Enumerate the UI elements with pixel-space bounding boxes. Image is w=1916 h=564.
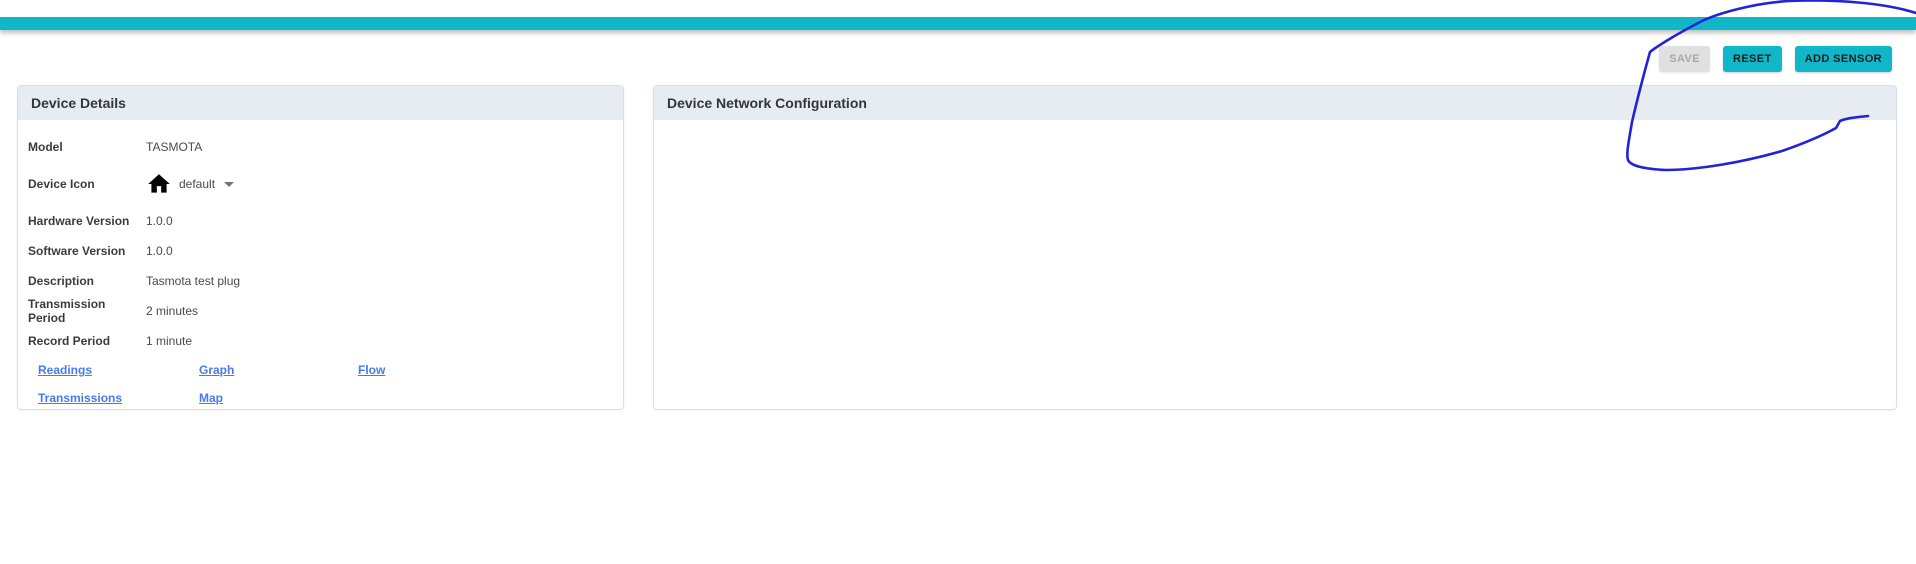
device-icon-select[interactable]: default — [146, 171, 234, 197]
top-accent-bar — [0, 17, 1916, 30]
field-hardware-version: Hardware Version 1.0.0 — [28, 206, 623, 236]
links-row-1: Readings Graph Flow — [28, 356, 623, 384]
field-value: 2 minutes — [146, 304, 198, 318]
field-label: Transmission Period — [28, 297, 146, 325]
field-label: Model — [28, 140, 146, 154]
field-label: Description — [28, 274, 146, 288]
field-label: Record Period — [28, 334, 146, 348]
home-icon — [146, 171, 172, 197]
add-sensor-button[interactable]: ADD SENSOR — [1795, 46, 1892, 72]
field-device-icon: Device Icon default — [28, 162, 623, 206]
graph-link[interactable]: Graph — [199, 363, 234, 377]
reset-button[interactable]: RESET — [1723, 46, 1782, 72]
device-icon-value: default — [179, 177, 215, 191]
toolbar: SAVE RESET ADD SENSOR — [1659, 46, 1892, 72]
field-label: Device Icon — [28, 177, 146, 191]
field-value: 1.0.0 — [146, 214, 173, 228]
field-label: Software Version — [28, 244, 146, 258]
device-network-configuration-title: Device Network Configuration — [654, 86, 1896, 120]
field-model: Model TASMOTA — [28, 132, 623, 162]
field-value: 1 minute — [146, 334, 192, 348]
field-value: 1.0.0 — [146, 244, 173, 258]
device-details-body: Model TASMOTA Device Icon default Hardwa… — [18, 120, 623, 412]
field-transmission-period: Transmission Period 2 minutes — [28, 296, 623, 326]
links-row-2: Transmissions Map — [28, 384, 623, 412]
save-button[interactable]: SAVE — [1659, 46, 1710, 72]
flow-link[interactable]: Flow — [358, 363, 385, 377]
transmissions-link[interactable]: Transmissions — [38, 391, 122, 405]
device-details-panel: Device Details Model TASMOTA Device Icon… — [17, 85, 624, 410]
device-details-title: Device Details — [18, 86, 623, 120]
field-description: Description Tasmota test plug — [28, 266, 623, 296]
field-value: TASMOTA — [146, 140, 202, 154]
readings-link[interactable]: Readings — [38, 363, 92, 377]
field-label: Hardware Version — [28, 214, 146, 228]
field-record-period: Record Period 1 minute — [28, 326, 623, 356]
field-value: Tasmota test plug — [146, 274, 240, 288]
field-software-version: Software Version 1.0.0 — [28, 236, 623, 266]
map-link[interactable]: Map — [199, 391, 223, 405]
device-network-configuration-panel: Device Network Configuration — [653, 85, 1897, 410]
page: SAVE RESET ADD SENSOR Device Details Mod… — [0, 0, 1916, 564]
chevron-down-icon — [224, 182, 234, 187]
device-network-configuration-body — [654, 120, 1896, 132]
